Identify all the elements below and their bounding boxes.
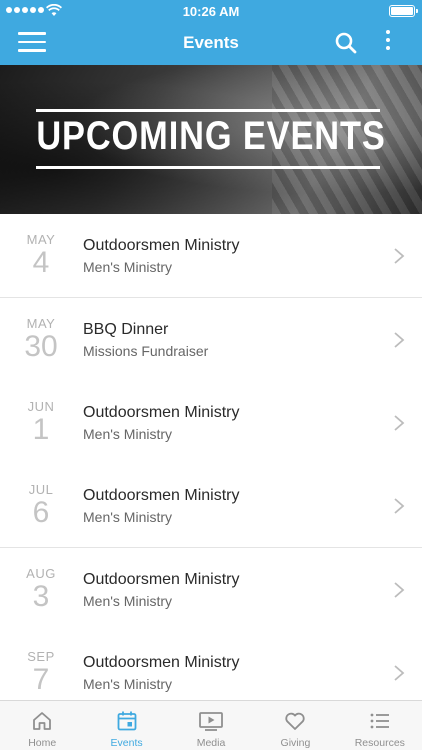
event-month: AUG [26,566,56,581]
tab-media[interactable]: Media [169,701,253,750]
event-subtitle: Men's Ministry [83,259,173,275]
event-month: SEP [27,649,55,664]
chevron-right-icon [394,415,405,431]
event-subtitle: Missions Fundraiser [83,343,209,359]
banner-rule-top [36,109,380,112]
tab-bar: Home Events Media Giving Resources [0,700,422,750]
search-icon[interactable] [334,31,358,55]
events-banner: UPCOMING EVENTS [0,65,422,214]
event-day: 30 [24,330,58,363]
event-title: Outdoorsmen Ministry [83,487,240,504]
event-list: MAY 4 Outdoorsmen Ministry Men's Ministr… [0,214,422,700]
event-subtitle: Men's Ministry [83,676,173,692]
chevron-right-icon [394,332,405,348]
event-subtitle: Men's Ministry [83,593,173,609]
event-day: 3 [32,580,50,613]
tab-label: Giving [280,737,311,749]
status-time: 10:26 AM [182,4,240,19]
event-day: 4 [32,246,50,279]
tab-label: Media [196,737,226,749]
tab-giving[interactable]: Giving [253,701,337,750]
event-day: 7 [32,663,50,696]
heart-icon [285,712,306,730]
event-row[interactable]: MAY 4 Outdoorsmen Ministry Men's Ministr… [0,214,422,298]
event-month: MAY [26,316,56,331]
event-title: Outdoorsmen Ministry [83,571,240,588]
chevron-right-icon [394,665,405,681]
event-day: 1 [32,413,50,446]
event-row[interactable]: AUG 3 Outdoorsmen Ministry Men's Ministr… [0,548,422,632]
event-row[interactable]: JUL 6 Outdoorsmen Ministry Men's Ministr… [0,464,422,548]
status-bar: 10:26 AM [0,0,422,22]
tab-events[interactable]: Events [84,701,168,750]
event-month: JUL [28,482,54,497]
event-month: JUN [27,399,55,414]
event-row[interactable]: JUN 1 Outdoorsmen Ministry Men's Ministr… [0,381,422,465]
calendar-icon [117,711,137,731]
event-subtitle: Men's Ministry [83,426,173,442]
home-icon [33,712,52,730]
more-vertical-icon[interactable] [380,30,396,56]
event-title: BBQ Dinner [83,321,169,338]
event-subtitle: Men's Ministry [83,509,173,525]
event-month: MAY [26,232,56,247]
battery-icon [389,5,418,17]
tab-resources[interactable]: Resources [338,701,422,750]
tab-label: Events [110,737,143,749]
chevron-right-icon [394,582,405,598]
event-day: 6 [32,496,50,529]
play-video-icon [199,712,223,731]
chevron-right-icon [394,498,405,514]
event-title: Outdoorsmen Ministry [83,237,240,254]
nav-bar: Events [0,22,422,65]
chevron-right-icon [394,248,405,264]
tab-home[interactable]: Home [0,701,84,750]
event-row[interactable]: SEP 7 Outdoorsmen Ministry Men's Ministr… [0,631,422,700]
event-title: Outdoorsmen Ministry [83,654,240,671]
banner-rule-bottom [36,166,380,169]
event-title: Outdoorsmen Ministry [83,404,240,421]
page-title: Events [183,33,239,52]
tab-label: Home [28,737,57,749]
tab-label: Resources [354,737,405,749]
banner-title: UPCOMING EVENTS [36,114,386,158]
event-row[interactable]: MAY 30 BBQ Dinner Missions Fundraiser [0,298,422,382]
list-icon [370,713,389,729]
